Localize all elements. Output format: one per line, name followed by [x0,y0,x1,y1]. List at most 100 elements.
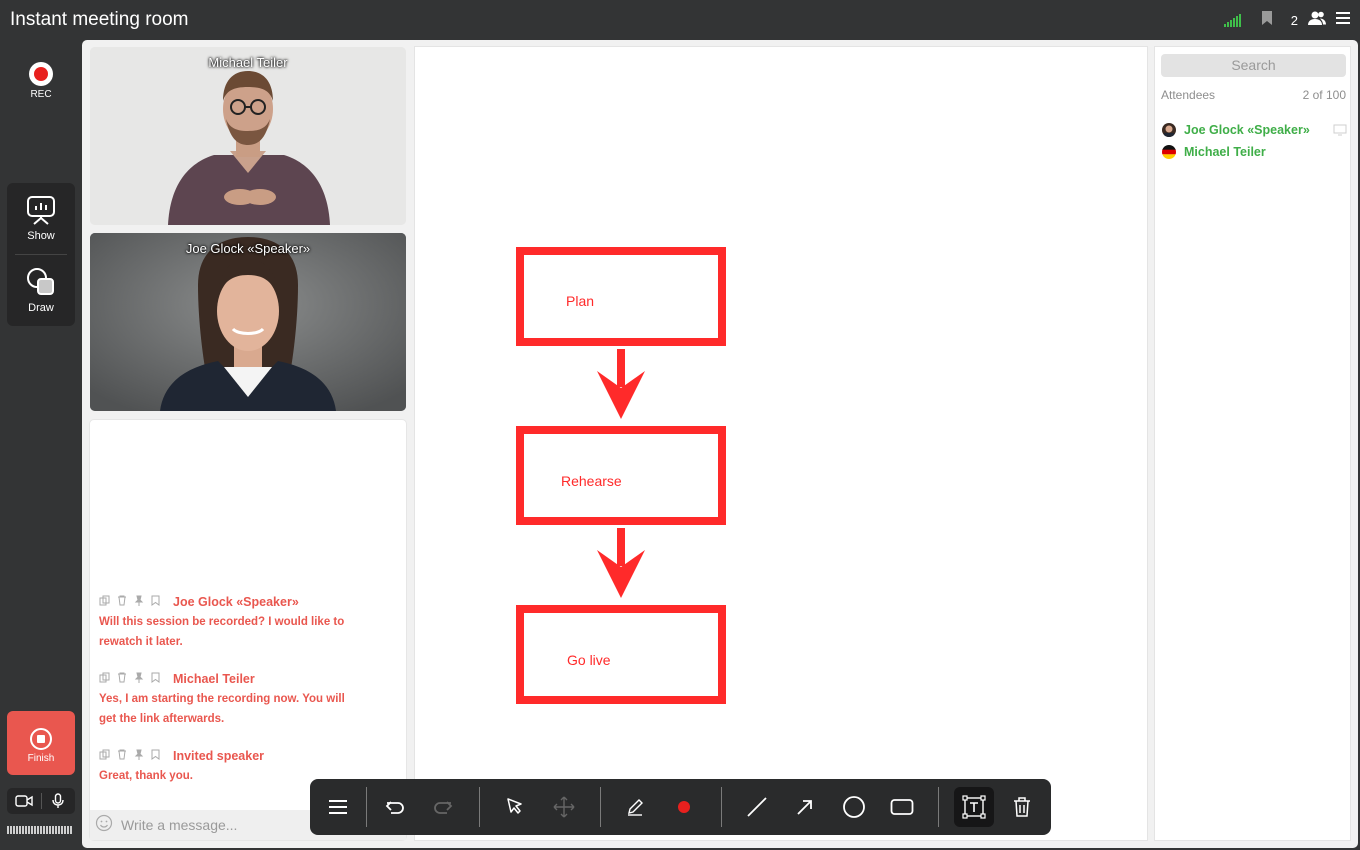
whiteboard-drawing: Plan Rehearse Go live [516,247,726,704]
microphone-icon [52,793,64,808]
chat-message: Michael Teiler Yes, I am starting the re… [99,670,379,729]
camera-button[interactable] [7,795,41,807]
whiteboard-canvas[interactable]: Plan Rehearse Go live [414,46,1148,841]
menu-icon [329,800,347,814]
chat-text: Yes, I am starting the recording now. Yo… [99,689,379,729]
select-icon [507,798,522,814]
delete-icon[interactable] [117,747,127,765]
bookmark-icon[interactable] [151,670,160,688]
stop-icon [30,728,52,750]
monitor-icon [1333,124,1347,139]
circle-icon [843,796,865,818]
draw-label: Draw [28,302,54,314]
connection-signal-icon [1223,13,1241,27]
pin-icon[interactable] [134,593,144,611]
delete-icon[interactable] [117,593,127,611]
microphone-button[interactable] [41,793,75,809]
copy-icon[interactable] [99,670,110,688]
chat-panel: Joe Glock «Speaker» Will this session be… [89,419,407,841]
video-participant-name: Joe Glock «Speaker» [185,241,311,256]
users-icon[interactable] [1308,10,1326,31]
flow-box-plan [516,247,726,346]
pencil-icon [628,799,643,816]
menu-icon[interactable] [1336,11,1350,30]
participant-video-image [90,233,406,411]
attendees-label: Attendees [1161,88,1216,102]
attendees-panel: Search Attendees 2 of 100 Joe Glock «Spe… [1154,46,1351,841]
chat-text-line: get the link afterwards. [99,713,225,725]
top-bar: Instant meeting room 2 [0,0,1360,40]
chat-text-line: Will this session be recorded? I would l… [99,616,345,628]
arrow-icon [797,800,812,815]
copy-icon[interactable] [99,747,110,765]
video-tile[interactable]: Joe Glock «Speaker» [90,233,406,411]
move-tool[interactable] [544,787,584,827]
video-participant-name: Michael Teiler [208,55,288,70]
toolbar-menu-button[interactable] [318,787,358,827]
germany-flag-icon [1162,145,1176,159]
flow-box-go-live [516,605,726,704]
color-picker[interactable] [664,787,704,827]
copy-icon[interactable] [99,593,110,611]
mode-tools: Show Draw [7,183,75,326]
attendee-name: Joe Glock «Speaker» [1184,123,1310,137]
chat-message-header: Joe Glock «Speaker» [99,593,379,611]
line-tool[interactable] [737,787,777,827]
attendee-item[interactable]: Joe Glock «Speaker» [1162,121,1347,139]
record-label: REC [30,89,52,100]
shapes-icon [27,268,54,295]
pin-icon[interactable] [134,747,144,765]
bookmark-icon[interactable] [151,747,160,765]
flow-box-label: Rehearse [561,473,622,489]
attendees-header: Attendees 2 of 100 [1161,88,1346,102]
presentation-icon [27,196,55,225]
attendee-search-input[interactable]: Search [1161,54,1346,77]
text-tool[interactable] [954,787,994,827]
undo-button[interactable] [375,787,415,827]
color-dot-icon [678,801,690,813]
show-button[interactable]: Show [7,194,75,242]
flow-box-label: Go live [567,652,611,668]
divider [15,254,67,255]
delete-tool[interactable] [1002,787,1042,827]
participant-video-image [90,47,406,225]
attendees-count: 2 of 100 [1302,88,1346,102]
trash-icon [1014,797,1030,817]
chat-author: Michael Teiler [173,672,255,686]
line-icon [747,797,767,817]
select-tool[interactable] [495,787,535,827]
move-icon [553,796,575,818]
attendee-count: 2 [1290,12,1298,28]
draw-button[interactable]: Draw [7,266,75,314]
delete-icon[interactable] [117,670,127,688]
undo-icon [385,801,404,814]
draw-toolbar [310,779,1051,835]
pencil-tool[interactable] [615,787,655,827]
chat-text-line: Yes, I am starting the recording now. Yo… [99,693,345,705]
pin-icon[interactable] [134,670,144,688]
arrow-tool[interactable] [785,787,825,827]
chat-message-header: Michael Teiler [99,670,379,688]
attendee-name: Michael Teiler [1184,145,1266,159]
flow-box-label: Plan [566,293,594,309]
chat-author: Joe Glock «Speaker» [173,595,299,609]
rectangle-icon [890,799,914,815]
finish-button[interactable]: Finish [7,711,75,775]
emoji-icon[interactable] [95,814,113,837]
chat-author: Invited speaker [173,749,265,763]
camera-icon [15,795,33,807]
bookmark-icon[interactable] [151,593,160,611]
av-controls [7,788,75,814]
attendee-item[interactable]: Michael Teiler [1162,143,1347,161]
circle-tool[interactable] [834,787,874,827]
record-button[interactable]: REC [28,62,54,100]
chat-text-line: rewatch it later. [99,636,183,648]
bookmark-icon[interactable] [1261,10,1273,31]
rectangle-tool[interactable] [882,787,922,827]
chat-message: Joe Glock «Speaker» Will this session be… [99,593,379,652]
avatar [1162,123,1176,137]
left-rail: REC Show Draw Finish [0,40,82,850]
redo-button[interactable] [423,787,463,827]
video-tile[interactable]: Michael Teiler [90,47,406,225]
show-label: Show [27,230,55,242]
